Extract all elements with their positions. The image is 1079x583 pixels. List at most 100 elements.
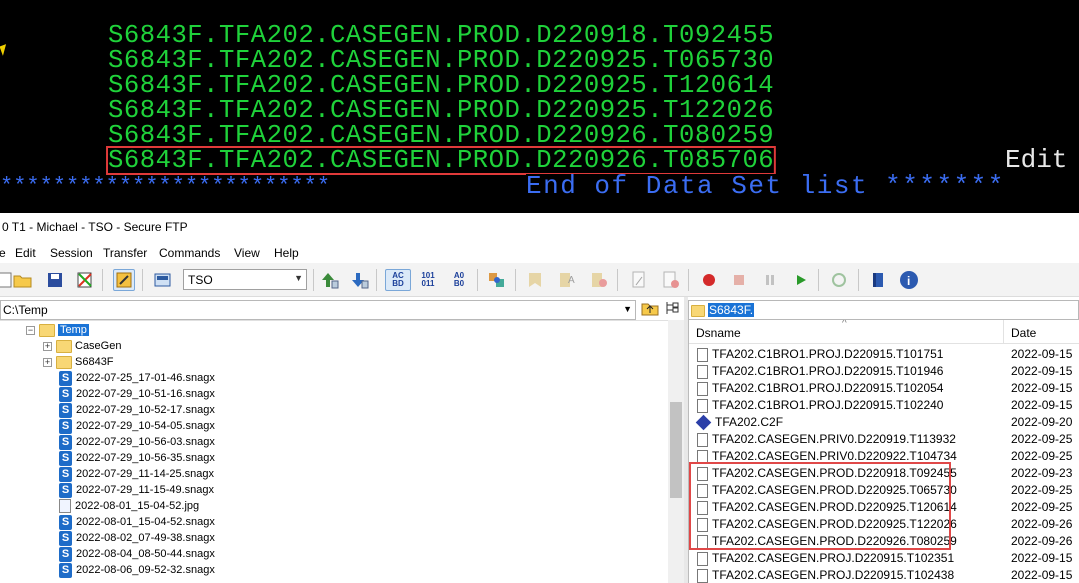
tree-item-label: 2022-08-04_08-50-44.snagx [76, 548, 215, 560]
auto-mode-icon[interactable]: A0 B0 [446, 269, 472, 291]
svg-text:i: i [907, 274, 910, 288]
tree-item-folder[interactable]: + CaseGen [43, 338, 121, 354]
tree-item-temp[interactable]: − Temp [26, 322, 89, 338]
snagit-file-icon: S [59, 562, 72, 578]
sync-icon[interactable] [486, 269, 508, 291]
expand-icon[interactable]: + [43, 357, 52, 367]
profile-select-value: TSO [188, 273, 213, 287]
tree-item-file[interactable]: S 2022-08-02_07-49-38.snagx [59, 530, 215, 546]
tree-item-file[interactable]: S 2022-08-01_15-04-52.snagx [59, 514, 215, 530]
bookmark-icon[interactable] [524, 269, 546, 291]
sort-ascending-icon: ^ [842, 320, 847, 329]
tree-view-icon[interactable] [664, 300, 682, 318]
file-icon [697, 347, 708, 362]
svg-text:A: A [568, 275, 575, 286]
snagit-file-icon: S [59, 450, 72, 466]
list-item[interactable]: TFA202.C1BRO1.PROJ.D220915.T102240 2022-0… [689, 397, 1079, 414]
up-folder-icon[interactable] [641, 300, 659, 318]
tree-item-file[interactable]: S 2022-07-29_11-14-25.snagx [59, 466, 214, 482]
folder-icon [691, 304, 705, 317]
ascii-mode-icon[interactable]: AC BD [385, 269, 411, 291]
pause-icon[interactable] [759, 269, 781, 291]
tree-item-folder[interactable]: + S6843F [43, 354, 114, 370]
column-header-dsname[interactable]: Dsname [696, 326, 741, 340]
tree-item-file[interactable]: S 2022-07-29_10-56-35.snagx [59, 450, 215, 466]
tree-item-file[interactable]: S 2022-08-06_09-52-32.snagx [59, 562, 215, 578]
list-item[interactable]: TFA202.CASEGEN.PROJ.D220915.T102351 2022-… [689, 550, 1079, 567]
record-icon[interactable] [698, 269, 720, 291]
tree-item-file[interactable]: S 2022-07-29_10-54-05.snagx [59, 418, 215, 434]
list-item-date: 2022-09-25 [1011, 500, 1073, 514]
list-item-date: 2022-09-25 [1011, 432, 1073, 446]
binary-mode-icon[interactable]: 101 011 [415, 269, 441, 291]
help-book-icon[interactable] [867, 269, 889, 291]
list-item-name: TFA202.C1BRO1.PROJ.D220915.T102240 [712, 398, 944, 412]
menu-file[interactable]: e [0, 246, 6, 260]
refresh-icon[interactable] [828, 269, 850, 291]
end-of-list-text: End of Data Set list [526, 171, 869, 201]
tree-item-label: 2022-08-01_15-04-52.jpg [75, 500, 200, 512]
tree-item-file[interactable]: S 2022-07-29_10-56-03.snagx [59, 434, 215, 450]
info-icon[interactable]: i [898, 269, 920, 291]
expand-icon[interactable]: + [43, 341, 52, 351]
edit-command-label: Edit [1005, 145, 1068, 175]
list-item-date: 2022-09-15 [1011, 347, 1073, 361]
local-path-value: C:\Temp [3, 303, 48, 317]
rename-icon[interactable]: A [556, 269, 578, 291]
tree-item-file[interactable]: S 2022-08-04_08-50-44.snagx [59, 546, 215, 562]
end-of-list-label: End of Data Set list ******* [526, 171, 1013, 201]
list-item[interactable]: TFA202.CASEGEN.PRIV0.D220919.T113932 2022… [689, 431, 1079, 448]
tree-item-file[interactable]: S 2022-07-29_10-51-16.snagx [59, 386, 215, 402]
save-icon[interactable] [44, 269, 66, 291]
snagit-file-icon: S [59, 514, 72, 530]
open-folder-icon[interactable] [12, 269, 34, 291]
list-item[interactable]: TFA202.CASEGEN.PROJ.D220915.T102438 2022-… [689, 567, 1079, 583]
folder-icon [56, 339, 72, 353]
list-item-date: 2022-09-20 [1011, 415, 1073, 429]
file-icon [697, 381, 708, 396]
snagit-file-icon: S [59, 546, 72, 562]
stop-icon[interactable] [728, 269, 750, 291]
play-icon[interactable] [790, 269, 812, 291]
upload-icon[interactable] [318, 269, 340, 291]
menu-view[interactable]: View [234, 246, 260, 260]
chevron-down-icon: ▼ [294, 273, 303, 283]
snagit-file-icon: S [59, 482, 72, 498]
edit-document-icon[interactable] [74, 269, 96, 291]
delete-folder-icon[interactable] [588, 269, 610, 291]
local-path-combo[interactable]: C:\Temp ▼ [0, 300, 636, 320]
tree-item-label: 2022-08-02_07-49-38.snagx [76, 532, 215, 544]
profile-select[interactable]: TSO ▼ [183, 269, 307, 290]
tree-item-file[interactable]: S 2022-07-25_17-01-46.snagx [59, 370, 215, 386]
menu-edit[interactable]: Edit [15, 246, 36, 260]
list-item[interactable]: TFA202.C1BRO1.PROJ.D220915.T102054 2022-0… [689, 380, 1079, 397]
tree-item-file[interactable]: S 2022-07-29_10-52-17.snagx [59, 402, 215, 418]
connect-icon[interactable] [113, 269, 135, 291]
folder-icon [56, 355, 72, 369]
menu-commands[interactable]: Commands [159, 246, 220, 260]
menu-help[interactable]: Help [274, 246, 299, 260]
left-scrollbar-thumb[interactable] [670, 402, 682, 498]
list-item[interactable]: TFA202.C2F 2022-09-20 [689, 414, 1079, 431]
list-item-name: TFA202.CASEGEN.PRIV0.D220922.T104734 [712, 449, 957, 463]
remote-path-field[interactable]: S6843F. [688, 300, 1079, 320]
list-item[interactable]: TFA202.C1BRO1.PROJ.D220915.T101946 2022-0… [689, 363, 1079, 380]
dataset-group-icon [695, 415, 712, 431]
collapse-icon[interactable]: − [26, 325, 35, 335]
menu-session[interactable]: Session [50, 246, 93, 260]
tree-item-file[interactable]: S 2022-07-29_11-15-49.snagx [59, 482, 214, 498]
session-icon[interactable] [152, 269, 174, 291]
view-file-icon[interactable] [628, 269, 650, 291]
list-item-date: 2022-09-15 [1011, 381, 1073, 395]
column-header-date[interactable]: Date [1011, 326, 1036, 340]
menu-transfer[interactable]: Transfer [103, 246, 147, 260]
tree-item-file[interactable]: 2022-08-01_15-04-52.jpg [59, 498, 199, 514]
list-header: Dsname ^ Date [689, 320, 1079, 344]
download-icon[interactable] [348, 269, 370, 291]
snagit-file-icon: S [59, 370, 72, 386]
list-item-name: TFA202.CASEGEN.PROJ.D220915.T102351 [712, 551, 955, 565]
delete-file-icon[interactable] [660, 269, 682, 291]
dataset-line-highlighted[interactable]: S6843F.TFA202.CASEGEN.PROD.D220926.T0857… [106, 146, 777, 175]
list-item-date: 2022-09-25 [1011, 449, 1073, 463]
list-item[interactable]: TFA202.C1BRO1.PROJ.D220915.T101751 2022-0… [689, 346, 1079, 363]
